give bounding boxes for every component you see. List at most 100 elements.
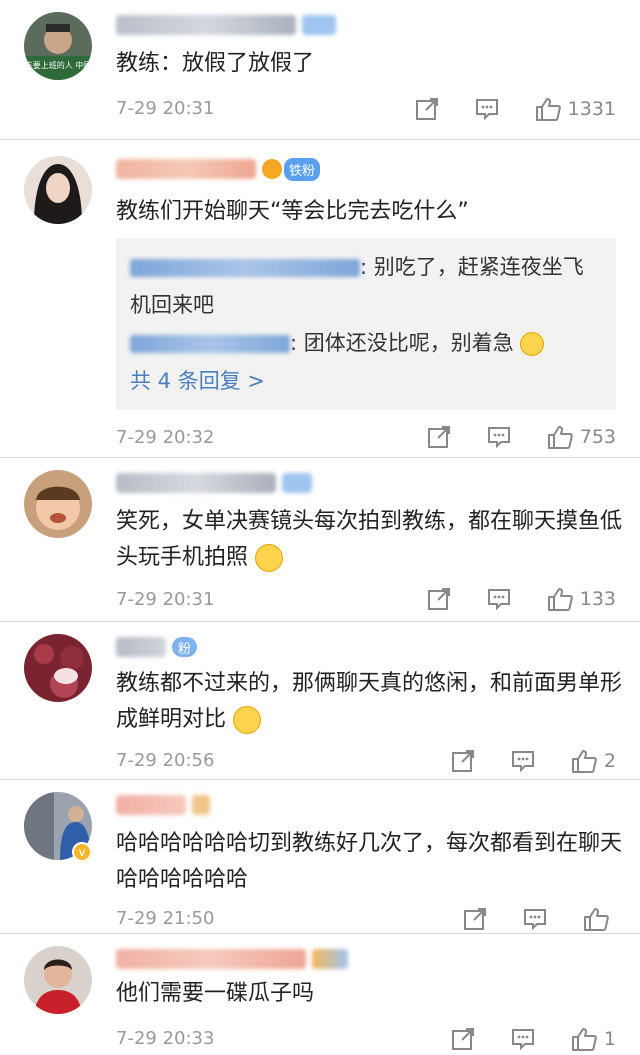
avatar-image [24,470,92,538]
comment-actions: 753 [426,424,616,450]
blurred-username [116,795,186,815]
comment-actions: 1 [450,1026,616,1052]
comment-text-body: 笑死，女单决赛镜头每次拍到教练，都在聊天摸鱼低头玩手机拍照 [116,509,623,570]
share-button[interactable] [414,96,440,122]
comment-button[interactable] [510,748,536,774]
avatar[interactable]: 不要上班的人 中國 [24,12,92,80]
like-icon [571,1028,597,1051]
share-button[interactable] [462,906,488,932]
avatar[interactable] [24,946,92,1014]
share-icon [464,908,486,930]
crown-icon [262,159,282,179]
reply-text: : 团体还没比呢，别着急 [290,331,514,355]
username[interactable]: 粉 [116,634,198,660]
like-count: 1 [603,1028,616,1050]
blurred-username [116,949,306,969]
username[interactable] [116,946,348,972]
like-button[interactable]: 1331 [534,96,616,122]
blurred-username [116,15,296,35]
avatar[interactable] [24,156,92,224]
share-icon [427,426,450,448]
avatar-image [24,634,92,702]
like-icon [547,588,573,611]
fan-badge: 铁粉 [262,157,321,181]
comment-icon [487,427,510,449]
username[interactable] [116,470,312,496]
fan-badge-label: 铁粉 [284,157,321,181]
more-replies-link[interactable]: 共 4 条回复 > [130,362,602,400]
comment-button[interactable] [510,1026,536,1052]
like-icon [535,98,561,121]
comment-text: 教练：放假了放假了 [116,51,315,76]
share-icon [451,750,474,772]
comment-icon [475,99,498,121]
comment-feed: 不要上班的人 中國 教练：放假了放假了 7-29 20:31 1331 铁粉 教… [0,0,640,1055]
comment-icon [487,589,510,611]
comment-card: 铁粉 教练们开始聊天“等会比完去吃什么” : 别吃了，赶紧连夜坐飞机回来吧 : … [0,140,640,458]
blurred-username [116,473,276,493]
comment-text: 他们需要一碟瓜子吗 [116,981,315,1006]
comment-card: 笑死，女单决赛镜头每次拍到教练，都在聊天摸鱼低头玩手机拍照 7-29 20:31… [0,458,640,622]
blurred-badge [282,473,312,493]
username[interactable] [116,792,210,818]
comment-button[interactable] [522,906,548,932]
like-count: 2 [603,750,616,772]
username[interactable]: 铁粉 [116,156,321,182]
avatar[interactable] [24,470,92,538]
share-button[interactable] [426,424,452,450]
share-button[interactable] [450,748,476,774]
comment-text: 笑死，女单决赛镜头每次拍到教练，都在聊天摸鱼低头玩手机拍照 [116,504,626,576]
comment-card: 不要上班的人 中國 教练：放假了放假了 7-29 20:31 1331 [0,0,640,140]
share-button[interactable] [426,586,452,612]
like-icon [571,750,597,773]
username[interactable] [116,12,336,38]
blurred-badge [312,949,348,969]
blurred-badge [302,15,336,35]
like-button[interactable] [582,906,616,932]
comment-actions: 1331 [414,96,616,122]
reply-item[interactable]: : 别吃了，赶紧连夜坐飞机回来吧 [130,248,602,324]
comment-button[interactable] [486,424,512,450]
blurred-reply-name [130,259,360,277]
comment-text: 教练都不过来的，那俩聊天真的悠闲，和前面男单形成鲜明对比 [116,666,626,738]
like-icon [547,426,573,449]
share-icon [415,98,438,120]
blurred-reply-name [130,335,290,353]
like-count: 133 [579,588,616,610]
like-button[interactable]: 2 [570,748,616,774]
comment-time: 7-29 20:31 [116,589,215,610]
comment-text: 哈哈哈哈哈哈切到教练好几次了，每次都看到在聊天哈哈哈哈哈哈 [116,831,623,892]
laugh-emoji-icon [255,544,284,572]
blurred-badge [192,795,210,815]
comment-button[interactable] [474,96,500,122]
like-icon [584,908,609,931]
reply-box[interactable]: : 别吃了，赶紧连夜坐飞机回来吧 : 团体还没比呢，别着急 共 4 条回复 > [116,238,616,410]
reply-item[interactable]: : 团体还没比呢，别着急 [130,324,602,362]
like-count: 1331 [567,98,616,120]
like-button[interactable]: 1 [570,1026,616,1052]
comment-time: 7-29 20:32 [116,427,215,448]
comment-card: 粉 教练都不过来的，那俩聊天真的悠闲，和前面男单形成鲜明对比 7-29 20:5… [0,622,640,780]
laugh-emoji-icon [520,332,545,356]
comment-actions: 2 [450,748,616,774]
comment-time: 7-29 20:31 [116,98,215,119]
blurred-username [116,637,166,657]
avatar-caption: 不要上班的人 中國 [25,60,92,70]
avatar[interactable] [24,634,92,702]
comment-icon [511,1029,534,1051]
share-icon [427,588,450,610]
like-button[interactable]: 753 [546,424,616,450]
comment-actions: 133 [426,586,616,612]
avatar-image [24,946,92,1014]
like-button[interactable]: 133 [546,586,616,612]
comment-button[interactable] [486,586,512,612]
comment-text-body: 教练都不过来的，那俩聊天真的悠闲，和前面男单形成鲜明对比 [116,671,623,732]
comment-card: 他们需要一碟瓜子吗 7-29 20:33 1 [0,934,640,1055]
comment-actions [462,906,616,932]
comment-icon [511,751,534,773]
share-button[interactable] [450,1026,476,1052]
comment-card: v 哈哈哈哈哈哈切到教练好几次了，每次都看到在聊天哈哈哈哈哈哈 7-29 21:… [0,780,640,934]
comment-icon [524,909,546,931]
blurred-username [116,159,256,179]
avatar-image: 不要上班的人 中國 [24,12,92,80]
